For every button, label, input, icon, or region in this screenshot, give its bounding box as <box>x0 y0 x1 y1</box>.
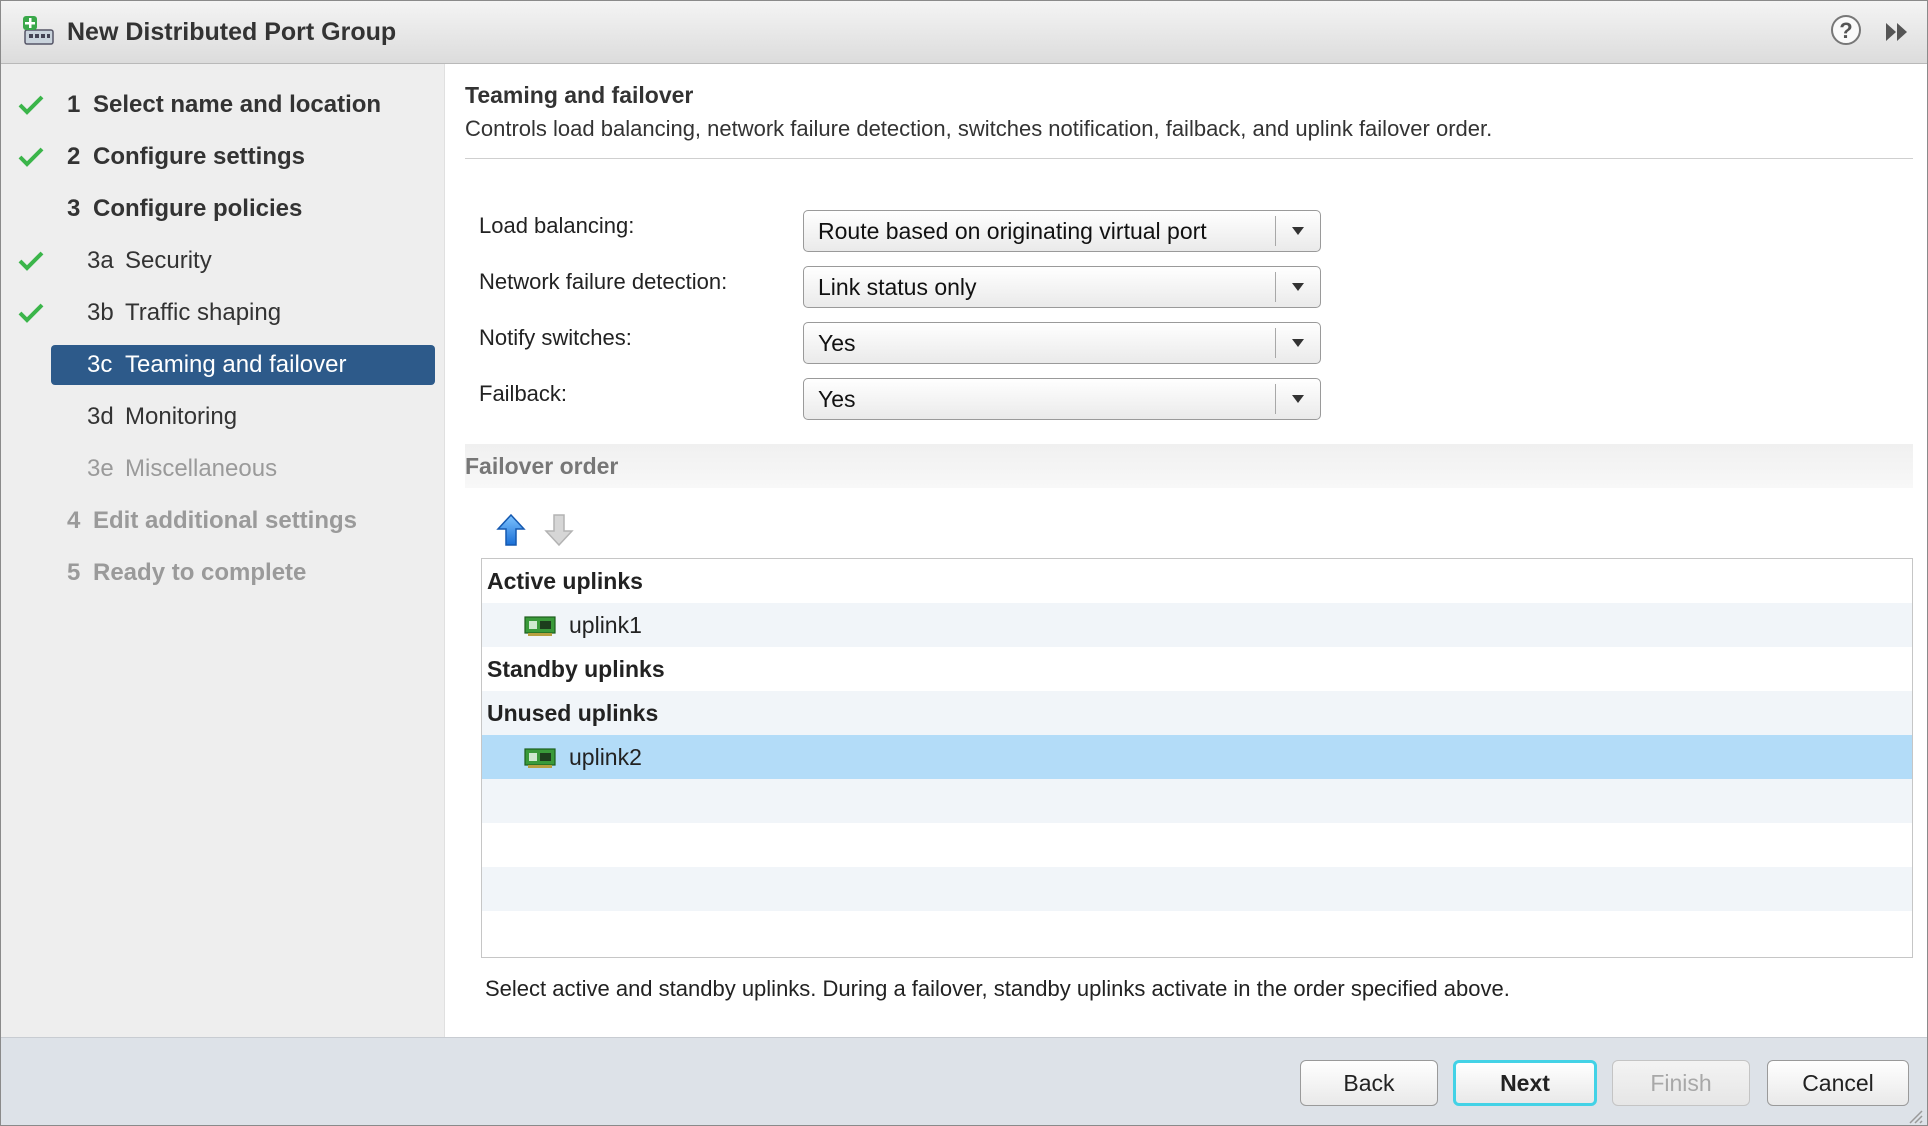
network-card-icon <box>524 748 556 768</box>
step-number: 2 <box>67 143 81 170</box>
chevron-down-icon <box>1292 283 1304 291</box>
select-divider <box>1275 384 1276 414</box>
failover-order-title: Failover order <box>465 453 619 479</box>
step-number: 1 <box>67 91 81 118</box>
resize-grip-icon[interactable] <box>1905 1106 1923 1124</box>
checkmark-icon <box>18 147 44 167</box>
group-row-unused: Unused uplinks <box>482 691 1912 735</box>
group-label: Standby uplinks <box>487 656 665 682</box>
cancel-button[interactable]: Cancel <box>1767 1060 1909 1106</box>
step-number: 3c <box>87 351 113 378</box>
step-label: Miscellaneous <box>125 455 278 482</box>
load-balancing-select[interactable]: Route based on originating virtual port <box>803 210 1321 252</box>
step-label: Edit additional settings <box>93 507 358 534</box>
step-teaming-failover[interactable]: 3c Teaming and failover <box>1 345 444 385</box>
arrow-down-icon <box>544 514 574 547</box>
load-balancing-label: Load balancing: <box>479 213 635 238</box>
network-card-icon <box>524 616 556 636</box>
uplink-label: uplink2 <box>569 744 642 770</box>
step-number: 3 <box>67 195 81 222</box>
network-failure-detection-label: Network failure detection: <box>479 269 728 294</box>
select-divider <box>1275 216 1276 246</box>
step-ready-to-complete: 5 Ready to complete <box>1 553 444 593</box>
divider <box>465 158 1913 159</box>
double-chevron-right-icon[interactable] <box>1883 19 1911 45</box>
port-group-icon <box>23 16 54 45</box>
step-label: Configure settings <box>93 143 306 170</box>
teaming-failover-panel: Teaming and failover Controls load balan… <box>446 64 1927 1037</box>
step-label: Security <box>125 247 212 274</box>
next-button[interactable]: Next <box>1453 1060 1597 1106</box>
select-value: Link status only <box>818 274 977 300</box>
empty-row <box>482 779 1912 823</box>
back-button[interactable]: Back <box>1300 1060 1438 1106</box>
title-bar: New Distributed Port Group ? <box>1 1 1927 64</box>
group-row-standby: Standby uplinks <box>482 647 1912 691</box>
group-label: Active uplinks <box>487 568 643 594</box>
failover-order-list: Active uplinks uplink1 Standby uplinks U… <box>481 558 1913 958</box>
step-configure-policies[interactable]: 3 Configure policies <box>1 189 444 229</box>
arrow-up-icon[interactable] <box>496 512 526 548</box>
failover-order-header: Failover order <box>465 444 1913 488</box>
select-divider <box>1275 328 1276 358</box>
step-label: Select name and location <box>93 91 382 118</box>
checkmark-icon <box>18 251 44 271</box>
select-value: Yes <box>818 386 856 412</box>
empty-row <box>482 867 1912 911</box>
section-description: Controls load balancing, network failure… <box>465 116 1493 141</box>
step-label: Ready to complete <box>93 559 307 586</box>
step-monitoring[interactable]: 3d Monitoring <box>1 397 444 437</box>
uplink-row-uplink2[interactable]: uplink2 <box>482 735 1912 779</box>
notify-switches-select[interactable]: Yes <box>803 322 1321 364</box>
select-value: Yes <box>818 330 856 356</box>
uplink-row-uplink1[interactable]: uplink1 <box>482 603 1912 647</box>
failover-hint: Select active and standby uplinks. Durin… <box>485 976 1510 1001</box>
finish-button: Finish <box>1612 1060 1750 1106</box>
step-security[interactable]: 3a Security <box>1 241 444 281</box>
wizard-window: New Distributed Port Group ? 1 Select na… <box>0 0 1928 1126</box>
step-miscellaneous: 3e Miscellaneous <box>1 449 444 489</box>
group-row-active: Active uplinks <box>482 559 1912 603</box>
section-title: Teaming and failover <box>465 82 694 108</box>
step-number: 3e <box>87 455 114 482</box>
step-label: Teaming and failover <box>125 351 347 378</box>
help-icon[interactable]: ? <box>1831 15 1861 45</box>
step-number: 3d <box>87 403 114 430</box>
wizard-footer: Back Next Finish Cancel <box>1 1037 1927 1125</box>
step-select-name-location[interactable]: 1 Select name and location <box>1 85 444 125</box>
step-label: Monitoring <box>125 403 238 430</box>
uplink-label: uplink1 <box>569 612 642 638</box>
step-edit-additional-settings: 4 Edit additional settings <box>1 501 444 541</box>
step-label: Configure policies <box>93 195 303 222</box>
step-number: 3b <box>87 299 114 326</box>
failback-select[interactable]: Yes <box>803 378 1321 420</box>
step-traffic-shaping[interactable]: 3b Traffic shaping <box>1 293 444 333</box>
chevron-down-icon <box>1292 339 1304 347</box>
empty-row <box>482 911 1912 955</box>
wizard-steps-sidebar: 1 Select name and location 2 Configure s… <box>1 64 445 1037</box>
select-divider <box>1275 272 1276 302</box>
network-failure-detection-select[interactable]: Link status only <box>803 266 1321 308</box>
group-label: Unused uplinks <box>487 700 659 726</box>
step-number: 4 <box>67 507 81 534</box>
window-title: New Distributed Port Group <box>67 18 397 46</box>
step-number: 3a <box>87 247 114 274</box>
chevron-down-icon <box>1292 395 1304 403</box>
checkmark-icon <box>18 303 44 323</box>
checkmark-icon <box>18 95 44 115</box>
empty-row <box>482 823 1912 867</box>
step-label: Traffic shaping <box>125 299 282 326</box>
step-configure-settings[interactable]: 2 Configure settings <box>1 137 444 177</box>
notify-switches-label: Notify switches: <box>479 325 632 350</box>
step-number: 5 <box>67 559 81 586</box>
chevron-down-icon <box>1292 227 1304 235</box>
select-value: Route based on originating virtual port <box>818 218 1207 244</box>
failback-label: Failback: <box>479 381 568 406</box>
